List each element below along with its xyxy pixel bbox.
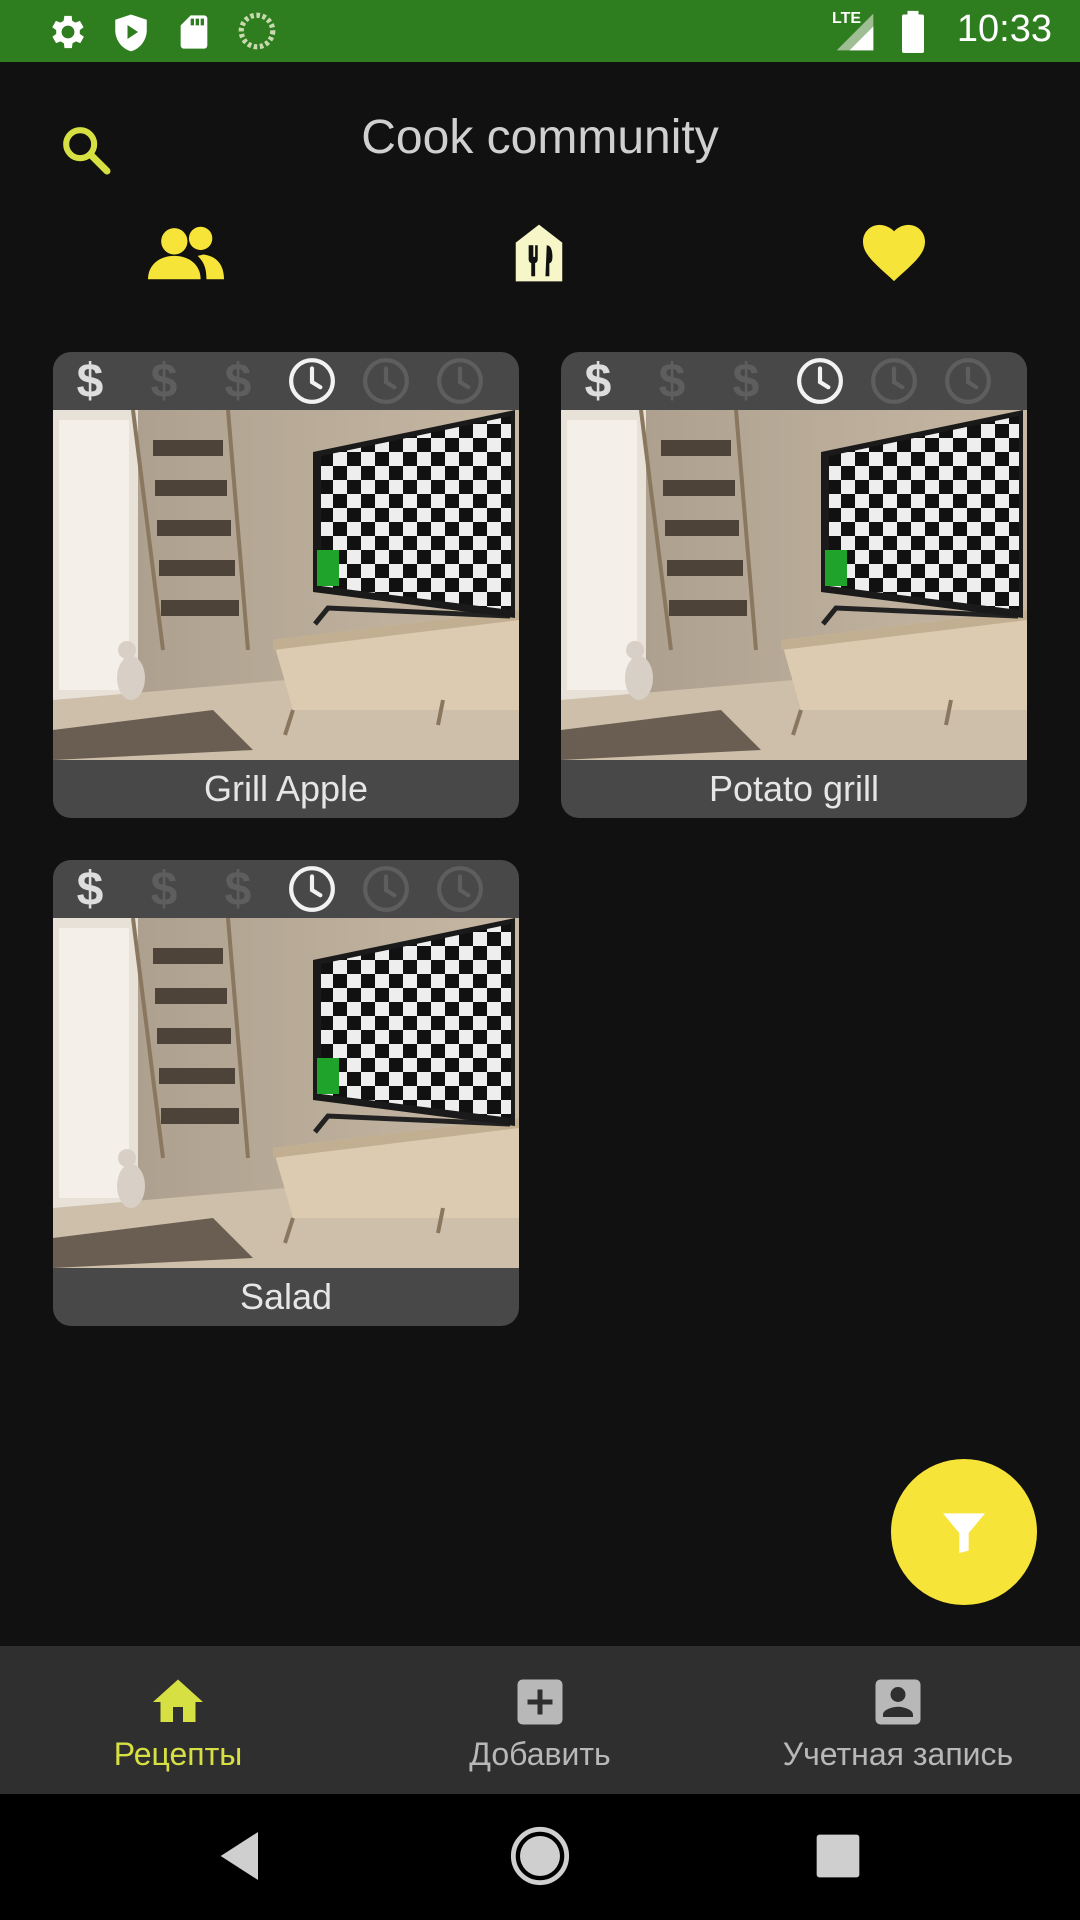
filter-icon <box>943 1513 985 1553</box>
filter-button[interactable] <box>891 1459 1037 1605</box>
price-dollar-icon: $ <box>658 354 686 408</box>
bottom-navigation: Рецепты Добавить Учетная запись <box>0 1646 1080 1794</box>
home-circle-icon[interactable] <box>508 1824 572 1888</box>
price-dollar-icon: $ <box>224 862 252 916</box>
time-clock-icon <box>857 352 931 410</box>
add-box-icon <box>517 1679 563 1725</box>
recipe-photo <box>53 410 519 760</box>
network-type: LTE <box>832 10 862 27</box>
recipe-name: Grill Apple <box>203 768 369 809</box>
recipe-indicators: $ $ $ <box>53 352 519 410</box>
price-dollar-icon: $ <box>150 862 178 916</box>
clock-time: 10:33 <box>956 8 1052 50</box>
price-dollar-icon: $ <box>732 354 760 408</box>
recipe-card[interactable]: $ $ $ <box>561 352 1027 818</box>
time-clock-icon <box>423 860 497 918</box>
nav-item-add[interactable]: Добавить <box>360 1646 720 1794</box>
time-clock-icon <box>423 352 497 410</box>
time-clock-icon <box>275 860 349 918</box>
shield-play-icon <box>115 14 147 52</box>
page-title: Cook community <box>361 111 719 164</box>
tab-favorites-heart-icon[interactable] <box>856 222 932 284</box>
price-dollar-icon: $ <box>584 354 612 408</box>
battery-icon <box>902 10 924 53</box>
sd-card-icon <box>180 15 208 49</box>
nav-label-recipes: Рецепты <box>113 1736 243 1772</box>
time-clock-icon <box>349 352 423 410</box>
back-icon[interactable] <box>210 1824 274 1888</box>
time-clock-icon <box>931 352 1005 410</box>
nav-item-recipes[interactable]: Рецепты <box>0 1646 360 1794</box>
account-box-icon <box>875 1679 921 1725</box>
time-clock-icon <box>349 860 423 918</box>
recipe-card[interactable]: $ $ $ <box>53 352 519 818</box>
recipe-name: Salad <box>239 1276 333 1317</box>
gear-icon <box>52 15 84 49</box>
recipe-photo <box>53 918 519 1268</box>
nav-label-add: Добавить <box>469 1736 611 1772</box>
recipe-card[interactable]: $ $ $ <box>53 860 519 1326</box>
nav-item-account[interactable]: Учетная запись <box>720 1646 1080 1794</box>
price-dollar-icon: $ <box>150 354 178 408</box>
time-clock-icon <box>783 352 857 410</box>
recipe-name: Potato grill <box>708 768 880 809</box>
price-dollar-icon: $ <box>76 862 104 916</box>
recipe-indicators: $ $ $ <box>561 352 1027 410</box>
system-navigation-bar <box>0 1794 1080 1920</box>
recipe-indicators: $ $ $ <box>53 860 519 918</box>
recents-icon[interactable] <box>806 1824 870 1888</box>
nav-label-account: Учетная запись <box>782 1736 1014 1772</box>
price-dollar-icon: $ <box>76 354 104 408</box>
sync-icon <box>238 12 276 50</box>
tab-community-people-icon[interactable] <box>148 222 224 284</box>
status-bar: LTE 10:33 <box>0 0 1080 62</box>
time-clock-icon <box>275 352 349 410</box>
price-dollar-icon: $ <box>224 354 252 408</box>
recipe-photo <box>561 410 1027 760</box>
tab-restaurant-house-icon[interactable] <box>501 222 577 284</box>
home-icon <box>153 1679 203 1722</box>
